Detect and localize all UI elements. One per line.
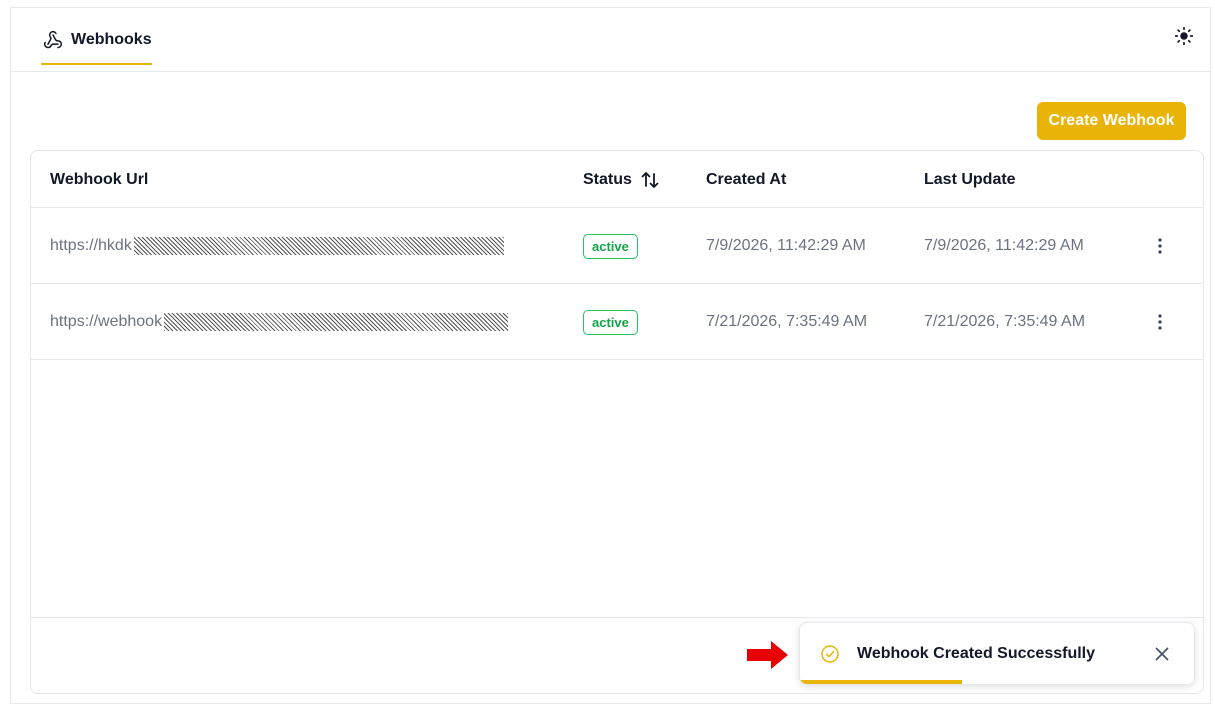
arrow-pointer-icon bbox=[747, 641, 788, 669]
toast-message: Webhook Created Successfully bbox=[857, 645, 1095, 662]
webhooks-table: Webhook Url Status Created At Last Updat… bbox=[30, 150, 1204, 694]
webhook-icon bbox=[43, 30, 62, 49]
created-at-cell: 7/21/2026, 7:35:49 AM bbox=[706, 313, 868, 330]
more-vertical-icon[interactable] bbox=[1150, 234, 1170, 258]
table-row: https://hkdk active 7/9/2026, 11:42:29 A… bbox=[31, 208, 1203, 284]
redacted-block bbox=[164, 313, 509, 331]
col-header-status-label: Status bbox=[583, 170, 632, 188]
create-webhook-button[interactable]: Create Webhook bbox=[1037, 102, 1186, 140]
last-update-cell: 7/9/2026, 11:42:29 AM bbox=[924, 237, 1084, 254]
toast-progress-bar bbox=[800, 680, 962, 684]
col-header-updated: Last Update bbox=[924, 170, 1016, 188]
url-text: https://webhook bbox=[50, 313, 163, 330]
created-at-cell: 7/9/2026, 11:42:29 AM bbox=[706, 237, 866, 254]
url-cell: https://webhook bbox=[50, 284, 509, 360]
toast-notification: Webhook Created Successfully bbox=[799, 622, 1195, 685]
col-header-created: Created At bbox=[706, 170, 787, 188]
top-bar: Webhooks bbox=[11, 8, 1210, 72]
toast-progress-track bbox=[800, 680, 1194, 684]
col-header-url: Webhook Url bbox=[50, 170, 149, 188]
theme-toggle[interactable] bbox=[1172, 24, 1196, 48]
sun-icon bbox=[1174, 26, 1194, 46]
app-frame: Webhooks Create Webhook Webhook Url Stat… bbox=[10, 7, 1211, 704]
url-cell: https://hkdk bbox=[50, 208, 504, 284]
col-header-status[interactable]: Status bbox=[583, 151, 660, 208]
status-cell: active bbox=[583, 284, 638, 360]
tab-label: Webhooks bbox=[71, 31, 152, 48]
status-badge: active bbox=[583, 233, 638, 259]
table-row: https://webhook active 7/21/2026, 7:35:4… bbox=[31, 284, 1203, 360]
status-badge: active bbox=[583, 309, 638, 335]
sort-arrows-icon[interactable] bbox=[640, 170, 660, 190]
row-actions[interactable] bbox=[1150, 284, 1170, 360]
table-header: Webhook Url Status Created At Last Updat… bbox=[31, 151, 1203, 208]
check-circle-icon bbox=[821, 645, 839, 663]
more-vertical-icon[interactable] bbox=[1150, 310, 1170, 334]
row-actions[interactable] bbox=[1150, 208, 1170, 284]
redacted-block bbox=[133, 237, 504, 255]
status-cell: active bbox=[583, 208, 638, 284]
url-text: https://hkdk bbox=[50, 237, 132, 254]
close-icon[interactable] bbox=[1152, 644, 1172, 664]
tab-webhooks[interactable]: Webhooks bbox=[41, 8, 152, 72]
last-update-cell: 7/21/2026, 7:35:49 AM bbox=[924, 313, 1086, 330]
